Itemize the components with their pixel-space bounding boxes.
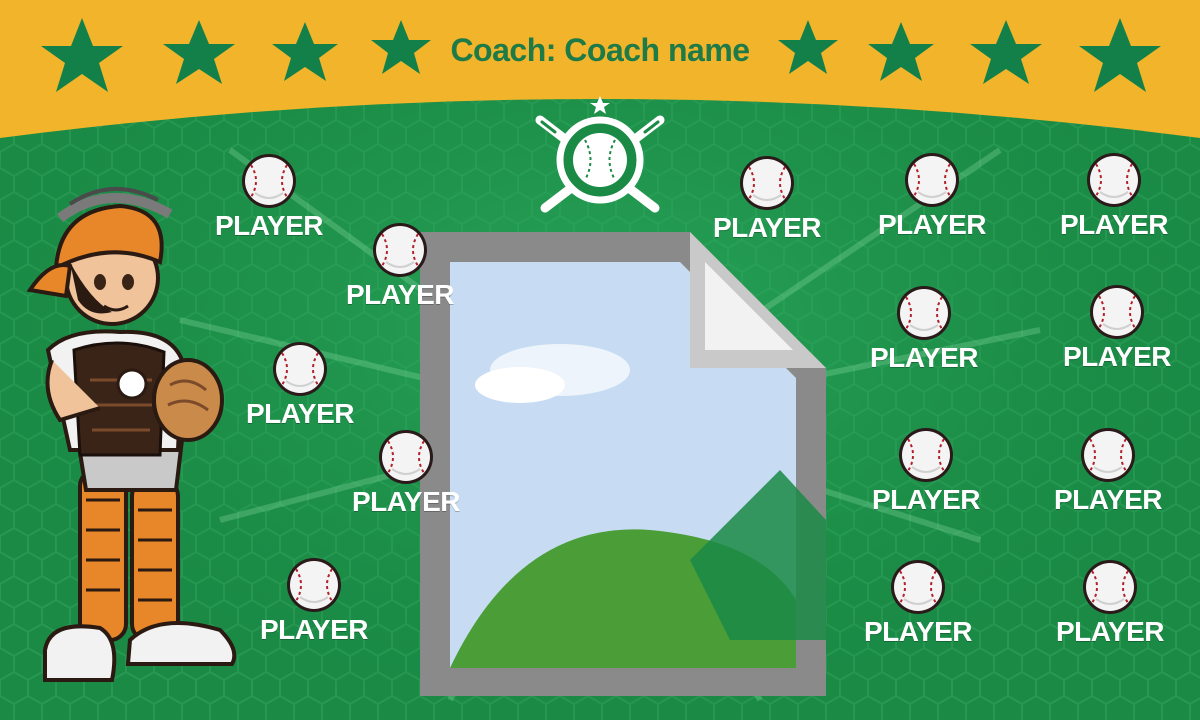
baseball-icon	[1086, 152, 1142, 208]
player-slot[interactable]: PLAYER	[346, 429, 466, 521]
baseball-icon	[1089, 284, 1145, 340]
player-name: PLAYER	[1053, 484, 1163, 515]
baseball-icon	[272, 341, 328, 397]
player-name: PLAYER	[259, 614, 369, 645]
player-slot[interactable]: PLAYER	[209, 153, 329, 245]
player-slot[interactable]: PLAYER	[1048, 427, 1168, 519]
player-name: PLAYER	[345, 279, 455, 310]
player-name: PLAYER	[871, 484, 981, 515]
baseball-icon	[739, 155, 795, 211]
baseball-icon	[1080, 427, 1136, 483]
player-slot[interactable]: PLAYER	[254, 557, 374, 649]
baseball-icon	[1082, 559, 1138, 615]
player-slot[interactable]: PLAYER	[1057, 284, 1177, 376]
player-name: PLAYER	[1055, 616, 1165, 647]
player-slot[interactable]: PLAYER	[1054, 152, 1174, 244]
player-name: PLAYER	[712, 212, 822, 243]
player-name: PLAYER	[351, 486, 461, 517]
player-slot[interactable]: PLAYER	[240, 341, 360, 433]
coach-title: Coach: Coach name	[450, 31, 750, 68]
player-name: PLAYER	[877, 209, 987, 240]
baseball-icon	[898, 427, 954, 483]
baseball-icon	[378, 429, 434, 485]
team-banner	[0, 0, 1200, 720]
player-slot[interactable]: PLAYER	[864, 285, 984, 377]
player-slot[interactable]: PLAYER	[858, 559, 978, 651]
baseball-icon	[286, 557, 342, 613]
baseball-icon	[904, 152, 960, 208]
baseball-icon	[890, 559, 946, 615]
player-slot[interactable]: PLAYER	[872, 152, 992, 244]
player-slot[interactable]: PLAYER	[866, 427, 986, 519]
player-slot[interactable]: PLAYER	[1050, 559, 1170, 651]
player-name: PLAYER	[863, 616, 973, 647]
player-name: PLAYER	[1062, 341, 1172, 372]
player-name: PLAYER	[245, 398, 355, 429]
player-name: PLAYER	[214, 210, 324, 241]
baseball-icon	[372, 222, 428, 278]
baseball-icon	[896, 285, 952, 341]
baseball-icon	[241, 153, 297, 209]
player-name: PLAYER	[1059, 209, 1169, 240]
player-slot[interactable]: PLAYER	[340, 222, 460, 314]
player-name: PLAYER	[869, 342, 979, 373]
player-slot[interactable]: PLAYER	[707, 155, 827, 247]
